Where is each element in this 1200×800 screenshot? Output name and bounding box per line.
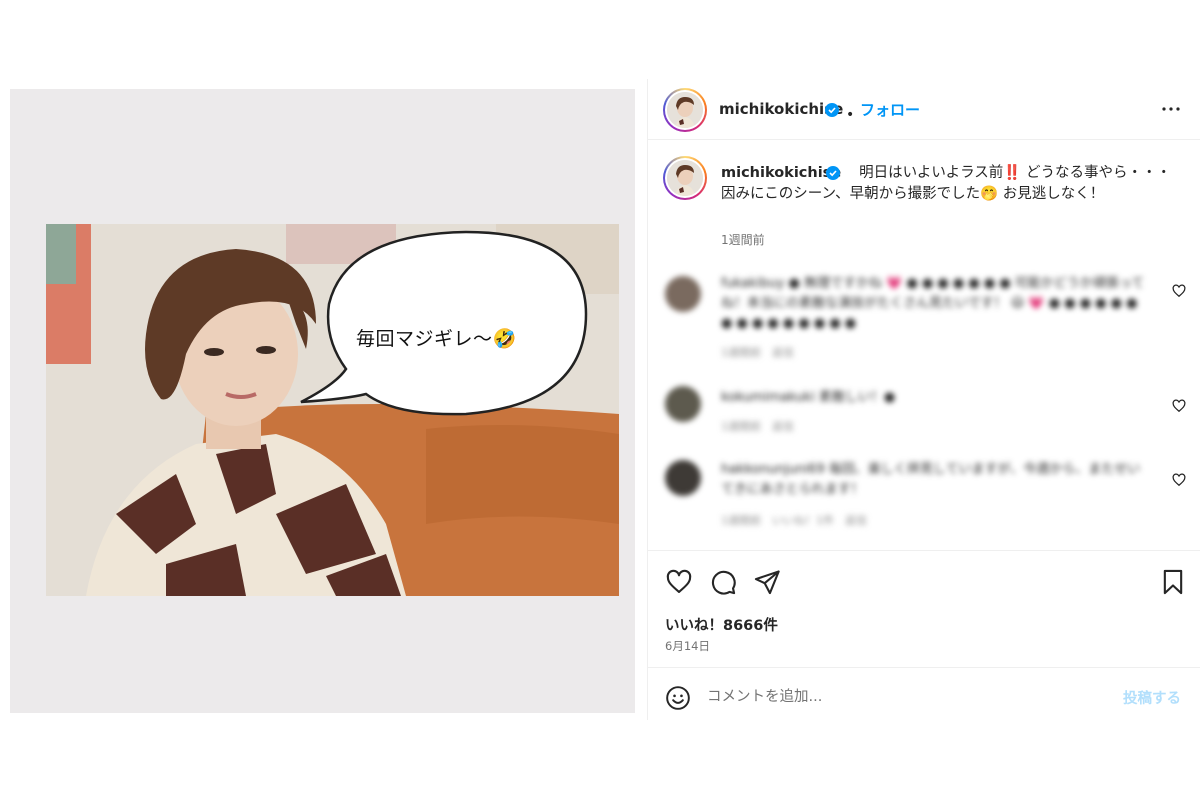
post-photo[interactable]: 毎回マジギレ〜🤣 <box>46 224 619 596</box>
post-caption: michikokichise 明日はいよいよラス前‼️ どうなる事やら・・・因みに… <box>647 140 1200 252</box>
comment-text: hakkonunjuni69 毎回、楽しく拝見していますが、今週から、またせいて… <box>721 462 1141 497</box>
more-options-icon[interactable] <box>1159 97 1183 121</box>
post-comment-button[interactable]: 投稿する <box>1123 687 1181 708</box>
likes-count[interactable]: いいね！8666件 <box>665 614 778 635</box>
caption-verified-badge-icon <box>826 166 840 180</box>
comment-text: fukakibuy ● 無理ですかね 💗 ● ● ● ● ● ● ● 可能かどう… <box>721 276 1145 331</box>
add-comment-bar: 投稿する <box>647 667 1200 720</box>
post-details-panel: michikokichise • フォロー michikokichise 明日は… <box>647 79 1200 720</box>
comment-meta: 1週間前 返信 <box>721 420 794 433</box>
comment-icon[interactable] <box>709 568 737 596</box>
comment-avatar[interactable] <box>665 276 701 312</box>
comment-like-heart-icon[interactable] <box>1172 398 1186 413</box>
bookmark-icon[interactable] <box>1159 568 1187 596</box>
comment-input[interactable] <box>707 684 1107 710</box>
post-date: 6月14日 <box>665 639 710 653</box>
comment-meta: 1週間前 返信 <box>721 346 794 359</box>
emoji-icon[interactable] <box>665 685 691 711</box>
comment-like-heart-icon[interactable] <box>1172 472 1186 487</box>
comment-meta: 1週間前 いいね！1件 返信 <box>721 514 867 527</box>
caption-avatar[interactable] <box>663 156 707 200</box>
post-actions: いいね！8666件 6月14日 <box>647 550 1200 670</box>
comment-like-heart-icon[interactable] <box>1172 283 1186 298</box>
caption-text-block: michikokichise 明日はいよいよラス前‼️ どうなる事やら・・・因みに… <box>721 163 1171 205</box>
author-avatar[interactable] <box>663 88 707 132</box>
caption-username[interactable]: michikokichise <box>721 165 841 181</box>
post-photo-illustration <box>46 224 619 596</box>
speech-bubble-text: 毎回マジギレ〜🤣 <box>356 328 517 350</box>
heart-icon[interactable] <box>665 568 693 596</box>
comments-list: fukakibuy ● 無理ですかね 💗 ● ● ● ● ● ● ● 可能かどう… <box>647 264 1200 549</box>
comment-avatar[interactable] <box>665 460 701 496</box>
comment-avatar[interactable] <box>665 386 701 422</box>
post-media-panel: 毎回マジギレ〜🤣 <box>10 89 635 713</box>
follow-button[interactable]: フォロー <box>860 99 920 120</box>
dot-separator: • <box>846 107 855 123</box>
verified-badge-icon <box>825 103 839 117</box>
comment-text: kokumimakuki 素敵しい！● <box>721 390 896 405</box>
post-header: michikokichise • フォロー <box>647 79 1200 140</box>
share-icon[interactable] <box>753 568 781 596</box>
caption-timestamp: 1週間前 <box>721 233 765 247</box>
